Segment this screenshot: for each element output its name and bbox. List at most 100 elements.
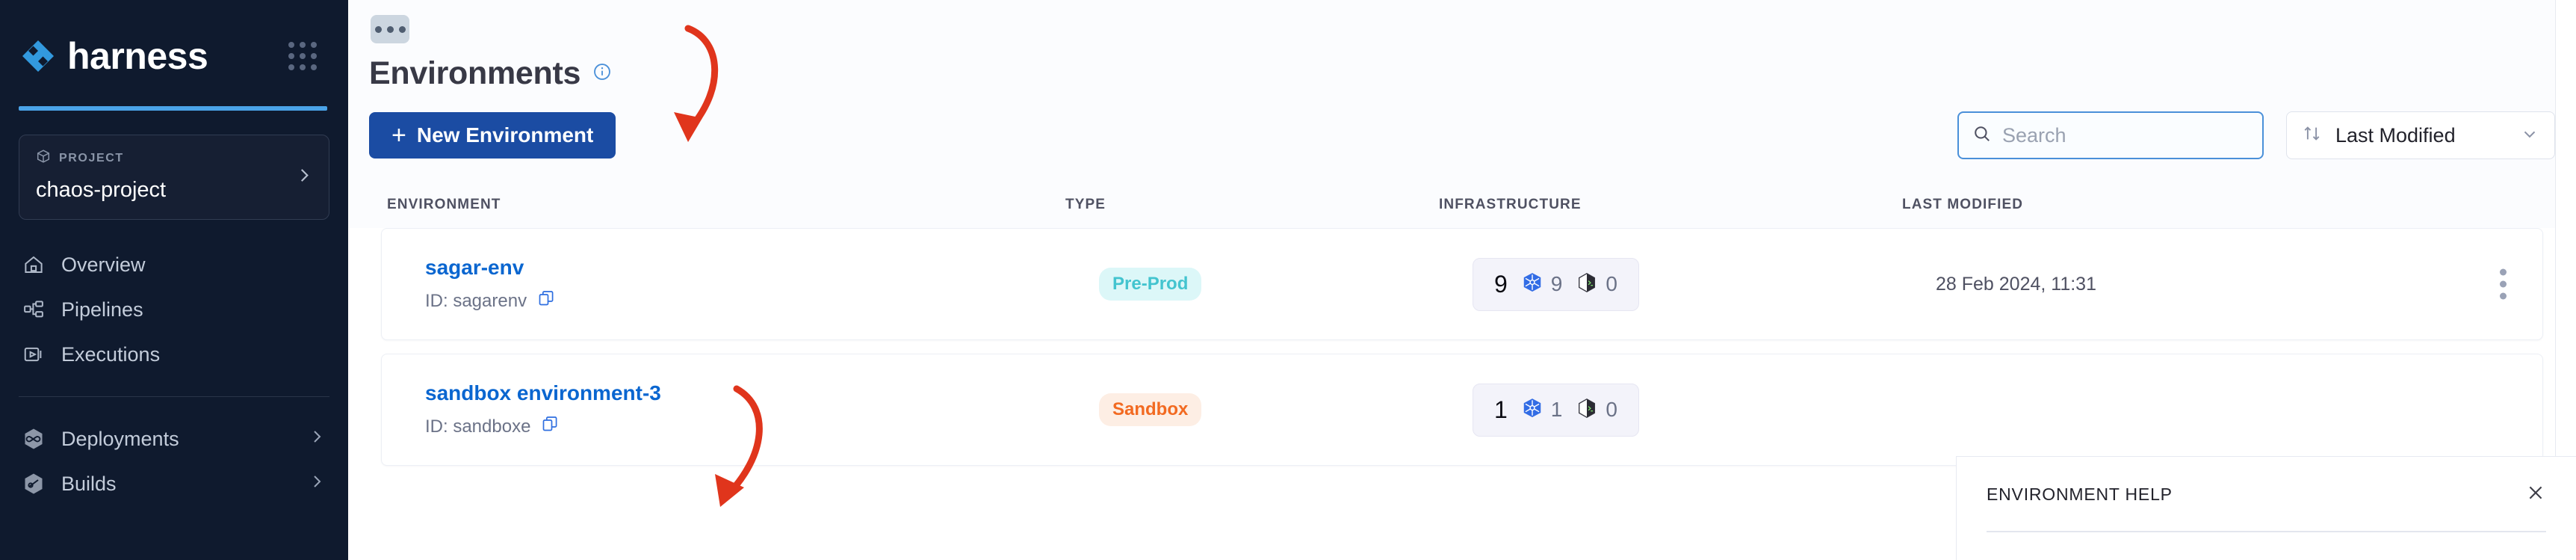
table-row[interactable]: sandbox environment-3 ID: sandboxe Sandb… — [381, 354, 2543, 466]
shell-count-group: 0 — [1576, 271, 1617, 298]
sort-dropdown[interactable]: Last Modified — [2286, 111, 2555, 159]
column-header-environment: ENVIRONMENT — [348, 197, 1065, 213]
brand-logo[interactable]: harness — [21, 37, 208, 75]
copy-icon[interactable] — [541, 415, 559, 438]
environments-table: ENVIRONMENT TYPE INFRASTRUCTURE LAST MOD… — [348, 179, 2576, 466]
chevron-right-icon — [308, 428, 326, 451]
status-badge: Pre-Prod — [1099, 268, 1201, 301]
infinity-hex-icon — [21, 426, 46, 452]
cube-icon — [36, 149, 51, 167]
infrastructure-total: 9 — [1494, 271, 1508, 298]
right-rail-strip — [2555, 0, 2576, 456]
brand-name: harness — [67, 37, 208, 75]
new-environment-label: New Environment — [417, 123, 593, 147]
accent-divider — [19, 106, 327, 111]
status-badge: Sandbox — [1099, 393, 1201, 426]
sidebar: harness PROJECT chaos-project — [0, 0, 348, 560]
type-cell: Pre-Prod — [1099, 268, 1473, 301]
kubernetes-count-group: 1 — [1521, 397, 1563, 423]
environment-help-divider — [1987, 531, 2546, 532]
project-name: chaos-project — [36, 178, 312, 203]
chevron-down-icon — [2520, 124, 2539, 147]
shell-count: 0 — [1606, 398, 1617, 422]
environment-id: ID: sandboxe — [425, 415, 1099, 438]
info-circle-icon[interactable] — [592, 62, 612, 85]
sidebar-item-label: Builds — [61, 473, 117, 496]
kubernetes-count: 1 — [1551, 398, 1563, 422]
sidebar-header: harness — [0, 0, 348, 75]
chevron-right-icon — [294, 166, 314, 189]
environment-help-panel: ENVIRONMENT HELP — [1956, 456, 2576, 560]
toolbar: + New Environment — [369, 111, 2576, 179]
row-menu-button[interactable] — [2494, 263, 2512, 306]
sidebar-divider — [19, 396, 329, 397]
sidebar-item-deployments[interactable]: Deployments — [0, 416, 348, 461]
search-icon — [1972, 124, 1992, 147]
sidebar-item-label: Executions — [61, 343, 160, 366]
sidebar-item-pipelines[interactable]: Pipelines — [0, 287, 348, 332]
page-title: Environments — [369, 55, 580, 92]
shell-terminal-icon — [1576, 271, 1598, 298]
main-content: Environments + New Environment — [348, 0, 2576, 560]
project-label: PROJECT — [59, 152, 124, 165]
column-header-type: TYPE — [1065, 197, 1439, 213]
sort-label: Last Modified — [2335, 124, 2507, 147]
shell-count: 0 — [1606, 272, 1617, 296]
sidebar-item-label: Deployments — [61, 428, 179, 451]
sidebar-item-label: Pipelines — [61, 298, 143, 321]
environment-help-title: ENVIRONMENT HELP — [1987, 484, 2525, 505]
page-title-row: Environments — [369, 55, 2576, 92]
build-hex-icon — [21, 471, 46, 496]
sidebar-item-label: Overview — [61, 253, 146, 277]
shell-count-group: 0 — [1576, 397, 1617, 423]
chevron-right-icon — [308, 473, 326, 496]
play-box-icon — [21, 342, 46, 367]
page-header: Environments + New Environment — [348, 0, 2576, 179]
home-icon — [21, 252, 46, 277]
environment-name-link[interactable]: sagar-env — [425, 256, 1099, 280]
kubernetes-count-group: 9 — [1521, 271, 1563, 298]
infrastructure-total: 1 — [1494, 396, 1508, 424]
environment-id: ID: sagarenv — [425, 289, 1099, 313]
search-box[interactable] — [1957, 111, 2264, 159]
harness-logo-icon — [21, 39, 55, 73]
kubernetes-icon — [1521, 397, 1544, 423]
sidebar-nav-primary: Overview Pipelines Executio — [0, 242, 348, 377]
sidebar-item-executions[interactable]: Executions — [0, 332, 348, 377]
environment-cell: sagar-env ID: sagarenv — [382, 256, 1099, 313]
breadcrumb-more-icon[interactable] — [371, 15, 409, 43]
project-selector[interactable]: PROJECT chaos-project — [19, 135, 329, 220]
sidebar-nav-secondary: Deployments Builds — [0, 416, 348, 506]
last-modified-cell: 28 Feb 2024, 11:31 — [1936, 274, 2542, 295]
environment-help-header: ENVIRONMENT HELP — [1987, 482, 2546, 507]
close-icon[interactable] — [2525, 482, 2546, 507]
table-row[interactable]: sagar-env ID: sagarenv Pre-Prod 9 — [381, 228, 2543, 340]
copy-icon[interactable] — [537, 289, 555, 313]
infrastructure-chip[interactable]: 9 — [1473, 258, 1639, 311]
column-header-last-modified: LAST MODIFIED — [1902, 197, 2576, 213]
infrastructure-cell: 1 — [1473, 384, 1936, 437]
pipeline-icon — [21, 297, 46, 322]
environment-id-text: ID: sandboxe — [425, 416, 530, 437]
environment-name-link[interactable]: sandbox environment-3 — [425, 381, 1099, 405]
shell-terminal-icon — [1576, 397, 1598, 423]
type-cell: Sandbox — [1099, 393, 1473, 426]
sidebar-item-builds[interactable]: Builds — [0, 461, 348, 506]
sort-arrows-icon — [2302, 123, 2322, 147]
environment-id-text: ID: sagarenv — [425, 291, 527, 312]
infrastructure-chip[interactable]: 1 — [1473, 384, 1639, 437]
plus-icon: + — [391, 123, 406, 148]
environment-cell: sandbox environment-3 ID: sandboxe — [382, 381, 1099, 438]
last-modified-date: 28 Feb 2024, 11:31 — [1936, 274, 2096, 295]
column-header-infrastructure: INFRASTRUCTURE — [1439, 197, 1902, 213]
infrastructure-cell: 9 — [1473, 258, 1936, 311]
project-label-row: PROJECT — [36, 149, 312, 167]
toolbar-right: Last Modified — [1957, 111, 2555, 159]
apps-grid-icon[interactable] — [288, 42, 317, 70]
sidebar-item-overview[interactable]: Overview — [0, 242, 348, 287]
table-header-row: ENVIRONMENT TYPE INFRASTRUCTURE LAST MOD… — [348, 179, 2576, 228]
new-environment-button[interactable]: + New Environment — [369, 112, 616, 159]
kubernetes-icon — [1521, 271, 1544, 298]
search-input[interactable] — [2002, 124, 2249, 147]
kubernetes-count: 9 — [1551, 272, 1563, 296]
